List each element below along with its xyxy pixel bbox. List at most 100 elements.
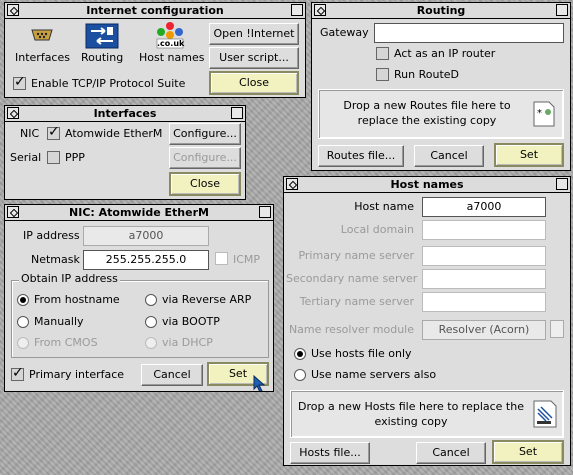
gateway-label: Gateway	[320, 26, 369, 39]
use-name-servers-radio[interactable]	[294, 369, 306, 381]
use-hosts-file-label: Use hosts file only	[311, 347, 412, 360]
secondary-name-server-field[interactable]	[422, 269, 546, 289]
dhcp-radio[interactable]	[145, 337, 157, 349]
title-bar[interactable]: Host names	[284, 177, 570, 193]
title-bar[interactable]: Internet configuration	[5, 3, 305, 19]
from-cmos-radio[interactable]	[17, 337, 29, 349]
interfaces-close-button[interactable]: Close	[169, 172, 241, 196]
close-button[interactable]: Close	[209, 71, 299, 95]
back-icon[interactable]	[314, 4, 326, 16]
manually-radio[interactable]	[17, 316, 29, 328]
bootp-radio[interactable]	[145, 316, 157, 328]
routes-file-button[interactable]: Routes file...	[318, 145, 404, 167]
back-icon[interactable]	[7, 107, 19, 119]
serial-label: Serial	[10, 151, 42, 164]
hostnames-set-button[interactable]: Set	[492, 440, 564, 464]
local-domain-field[interactable]	[422, 220, 546, 240]
routes-file-icon: *	[533, 101, 555, 127]
resolver-menu-icon[interactable]	[550, 320, 564, 338]
reverse-arp-label: via Reverse ARP	[162, 293, 252, 306]
user-script-button[interactable]: User script...	[209, 47, 299, 69]
ip-address-field: a7000	[83, 226, 209, 246]
nic-checkbox[interactable]	[47, 124, 60, 140]
enable-tcpip-checkbox[interactable]	[13, 74, 26, 90]
icmp-label: ICMP	[233, 253, 261, 266]
enable-tcpip-label: Enable TCP/IP Protocol Suite	[31, 77, 186, 90]
hosts-drop-area[interactable]: Drop a new Hosts file here to replace th…	[290, 390, 564, 438]
host-name-field[interactable]: a7000	[422, 197, 546, 217]
nic-configure-button[interactable]: Configure...	[169, 123, 241, 145]
routing-launcher[interactable]: Routing	[77, 21, 129, 67]
close-icon[interactable]	[231, 107, 243, 119]
hostnames-icon-text: .co.uk	[157, 39, 185, 48]
routing-label: Routing	[81, 51, 124, 64]
back-icon[interactable]	[7, 4, 19, 16]
netmask-label: Netmask	[31, 253, 80, 266]
nic-cancel-button[interactable]: Cancel	[141, 364, 203, 386]
host-names-window: Host names Host name a7000 Local domain …	[283, 176, 571, 466]
close-icon[interactable]	[291, 4, 303, 16]
back-icon[interactable]	[286, 178, 298, 190]
use-hosts-file-radio[interactable]	[294, 348, 306, 360]
routes-drop-text: Drop a new Routes file here to replace t…	[343, 99, 511, 127]
interfaces-icon	[31, 29, 53, 41]
title-bar[interactable]: Routing	[312, 3, 570, 19]
routing-cancel-button[interactable]: Cancel	[414, 145, 484, 167]
serial-configure-button[interactable]: Configure...	[169, 147, 241, 169]
interfaces-label: Interfaces	[15, 51, 70, 64]
gateway-field[interactable]	[374, 23, 564, 43]
routes-drop-area[interactable]: Drop a new Routes file here to replace t…	[318, 89, 564, 139]
routing-window: Routing Gateway Act as an IP router Run …	[311, 2, 571, 171]
routing-set-button[interactable]: Set	[494, 143, 564, 167]
nic-label: NIC	[20, 127, 40, 140]
close-icon[interactable]	[556, 4, 568, 16]
run-routed-label: Run RouteD	[394, 68, 459, 81]
hostnames-cancel-button[interactable]: Cancel	[416, 442, 486, 464]
hosts-file-button[interactable]: Hosts file...	[290, 442, 370, 464]
resolver-module-field: Resolver (Acorn)	[422, 320, 546, 340]
interfaces-launcher[interactable]: Interfaces	[11, 21, 71, 67]
primary-name-server-field[interactable]	[422, 246, 546, 266]
dhcp-label: via DHCP	[162, 336, 213, 349]
tertiary-name-server-label: Tertiary name server	[299, 295, 414, 308]
hosts-file-icon	[533, 400, 557, 428]
nic-window: NIC: Atomwide EtherM IP address a7000 Ne…	[4, 204, 274, 392]
window-title: Internet configuration	[23, 4, 287, 17]
secondary-name-server-label: Secondary name server	[286, 272, 418, 285]
from-hostname-radio[interactable]	[17, 294, 29, 306]
netmask-field[interactable]: 255.255.255.0	[83, 250, 209, 270]
host-name-label: Host name	[354, 200, 414, 213]
use-name-servers-label: Use name servers also	[311, 368, 437, 381]
close-icon[interactable]	[259, 206, 271, 218]
back-icon[interactable]	[7, 206, 19, 218]
reverse-arp-radio[interactable]	[145, 294, 157, 306]
title-bar[interactable]: Interfaces	[5, 106, 245, 122]
run-routed-checkbox[interactable]	[376, 68, 389, 81]
manually-label: Manually	[34, 315, 84, 328]
primary-name-server-label: Primary name server	[298, 249, 414, 262]
hostnames-label: Host names	[139, 51, 205, 64]
primary-interface-label: Primary interface	[29, 368, 125, 381]
title-bar[interactable]: NIC: Atomwide EtherM	[5, 205, 273, 221]
serial-name: PPP	[65, 151, 85, 164]
tertiary-name-server-field[interactable]	[422, 292, 546, 312]
close-icon[interactable]	[556, 178, 568, 190]
window-title: Host names	[302, 178, 552, 191]
hosts-drop-text: Drop a new Hosts file here to replace th…	[298, 400, 524, 428]
window-title: Routing	[330, 4, 552, 17]
icmp-checkbox[interactable]	[215, 252, 228, 265]
nic-name: Atomwide EtherM	[65, 127, 163, 140]
interfaces-window: Interfaces NIC Atomwide EtherM Configure…	[4, 105, 246, 200]
from-hostname-label: From hostname	[34, 293, 120, 306]
act-as-router-checkbox[interactable]	[376, 47, 389, 60]
hostnames-launcher[interactable]: .co.uk Host names	[135, 21, 205, 67]
resolver-module-label: Name resolver module	[288, 323, 414, 336]
serial-checkbox[interactable]	[47, 151, 60, 164]
mouse-pointer-icon	[253, 375, 266, 391]
open-internet-button[interactable]: Open !Internet	[209, 23, 299, 45]
window-title: NIC: Atomwide EtherM	[23, 206, 255, 219]
ip-address-label: IP address	[23, 229, 80, 242]
obtain-ip-label: Obtain IP address	[19, 272, 120, 286]
window-title: Interfaces	[23, 107, 227, 120]
primary-interface-checkbox[interactable]	[11, 365, 24, 381]
